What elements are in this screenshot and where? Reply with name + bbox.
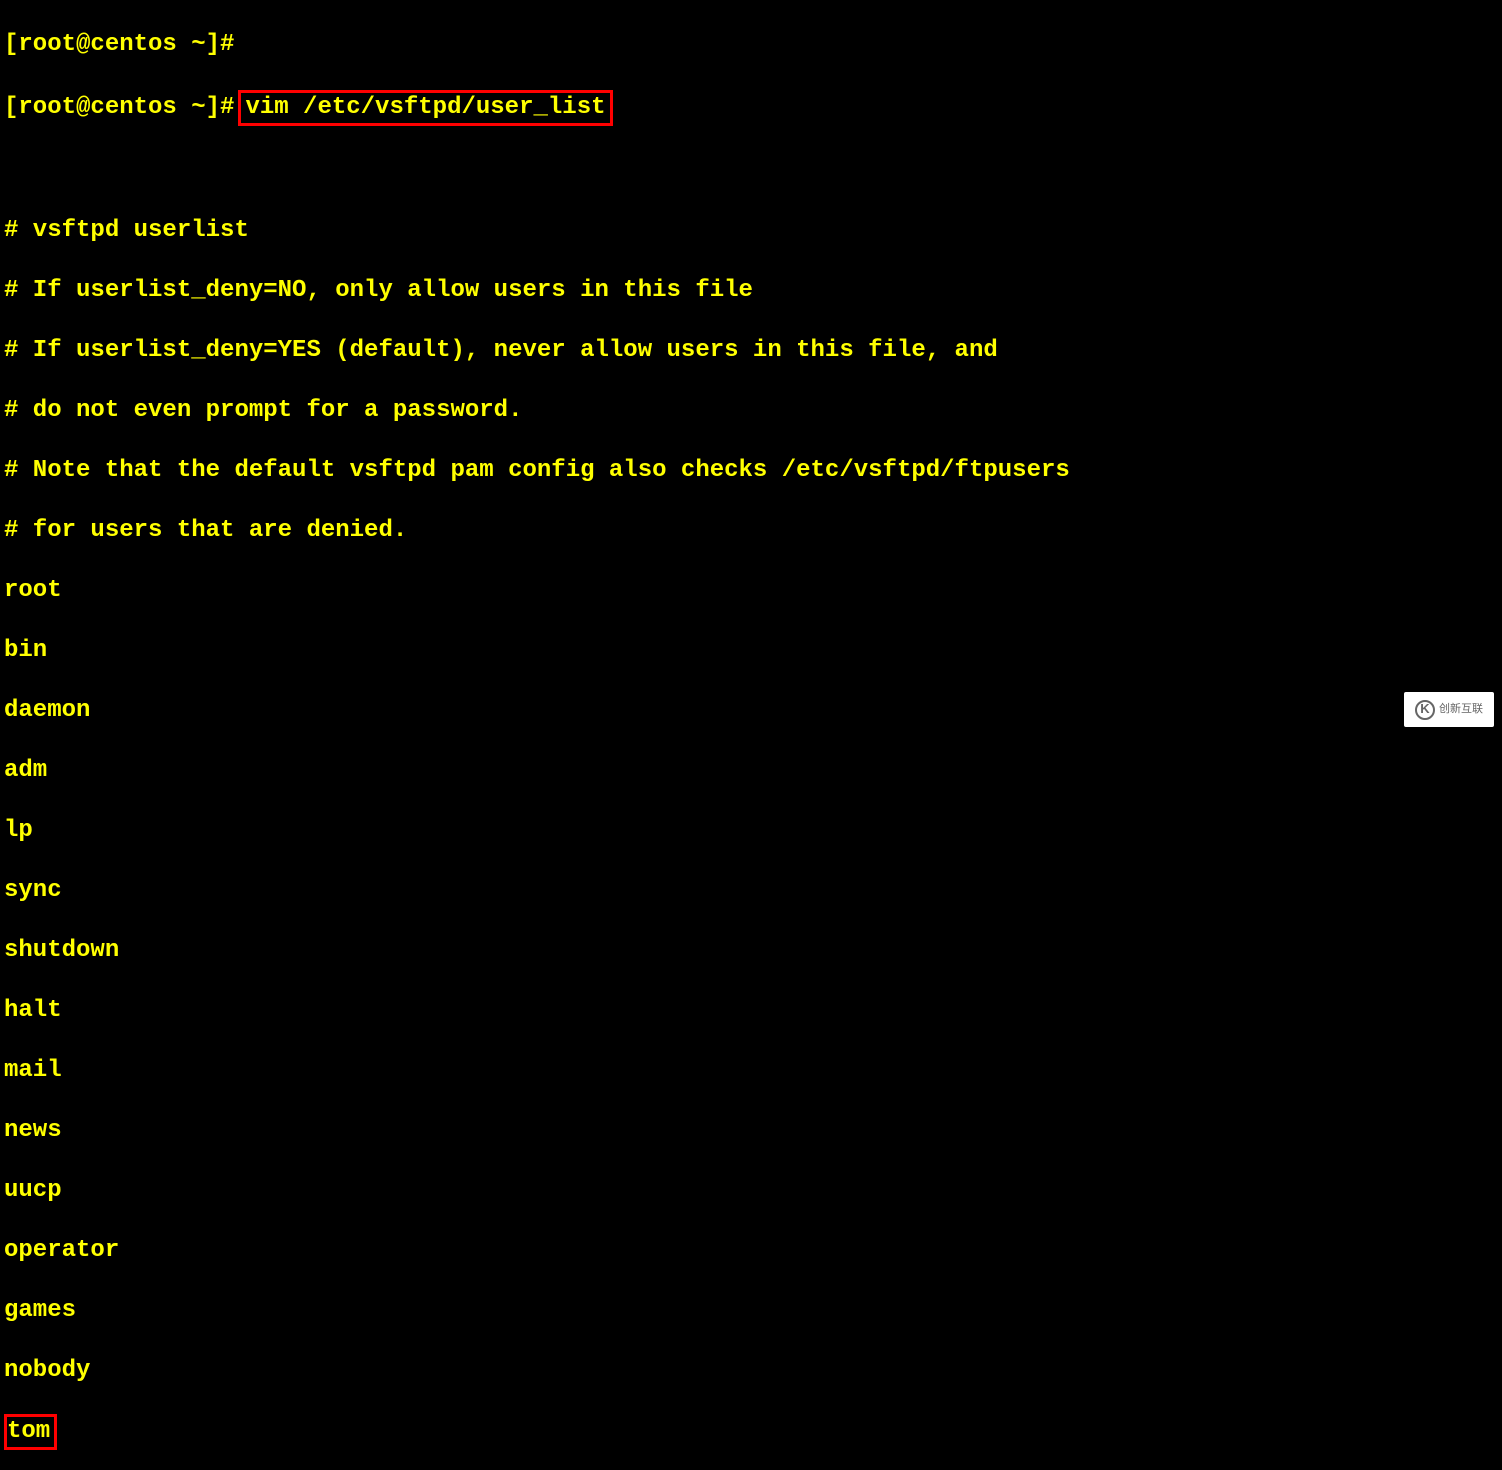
user-entry: lp bbox=[4, 816, 1498, 846]
prompt-line-2: [root@centos ~]#vim /etc/vsftpd/user_lis… bbox=[4, 90, 1498, 126]
prompt-line-1: [root@centos ~]# bbox=[4, 30, 1498, 60]
highlighted-user-tom: tom bbox=[4, 1414, 57, 1450]
user-entry: news bbox=[4, 1116, 1498, 1146]
blank-line bbox=[4, 156, 1498, 186]
user-entry: operator bbox=[4, 1236, 1498, 1266]
user-entry: root bbox=[4, 576, 1498, 606]
watermark-text: 创新互联 bbox=[1439, 703, 1483, 717]
terminal-output[interactable]: [root@centos ~]# [root@centos ~]#vim /et… bbox=[0, 0, 1502, 1470]
user-entry: adm bbox=[4, 756, 1498, 786]
user-entry: shutdown bbox=[4, 936, 1498, 966]
file-comment-line: # vsftpd userlist bbox=[4, 216, 1498, 246]
watermark-logo: K 创新互联 bbox=[1404, 692, 1494, 727]
file-comment-line: # for users that are denied. bbox=[4, 516, 1498, 546]
user-entry: games bbox=[4, 1296, 1498, 1326]
user-entry: daemon bbox=[4, 696, 1498, 726]
highlighted-user-line: tom bbox=[4, 1416, 1498, 1450]
file-comment-line: # If userlist_deny=YES (default), never … bbox=[4, 336, 1498, 366]
watermark-icon: K bbox=[1415, 700, 1435, 720]
file-comment-line: # Note that the default vsftpd pam confi… bbox=[4, 456, 1498, 486]
user-entry: halt bbox=[4, 996, 1498, 1026]
user-entry: uucp bbox=[4, 1176, 1498, 1206]
user-entry: nobody bbox=[4, 1356, 1498, 1386]
highlighted-command: vim /etc/vsftpd/user_list bbox=[238, 90, 612, 126]
user-entry: bin bbox=[4, 636, 1498, 666]
file-comment-line: # do not even prompt for a password. bbox=[4, 396, 1498, 426]
user-entry: mail bbox=[4, 1056, 1498, 1086]
shell-prompt: [root@centos ~]# bbox=[4, 93, 234, 123]
user-entry: sync bbox=[4, 876, 1498, 906]
shell-prompt: [root@centos ~]# bbox=[4, 31, 234, 58]
file-comment-line: # If userlist_deny=NO, only allow users … bbox=[4, 276, 1498, 306]
